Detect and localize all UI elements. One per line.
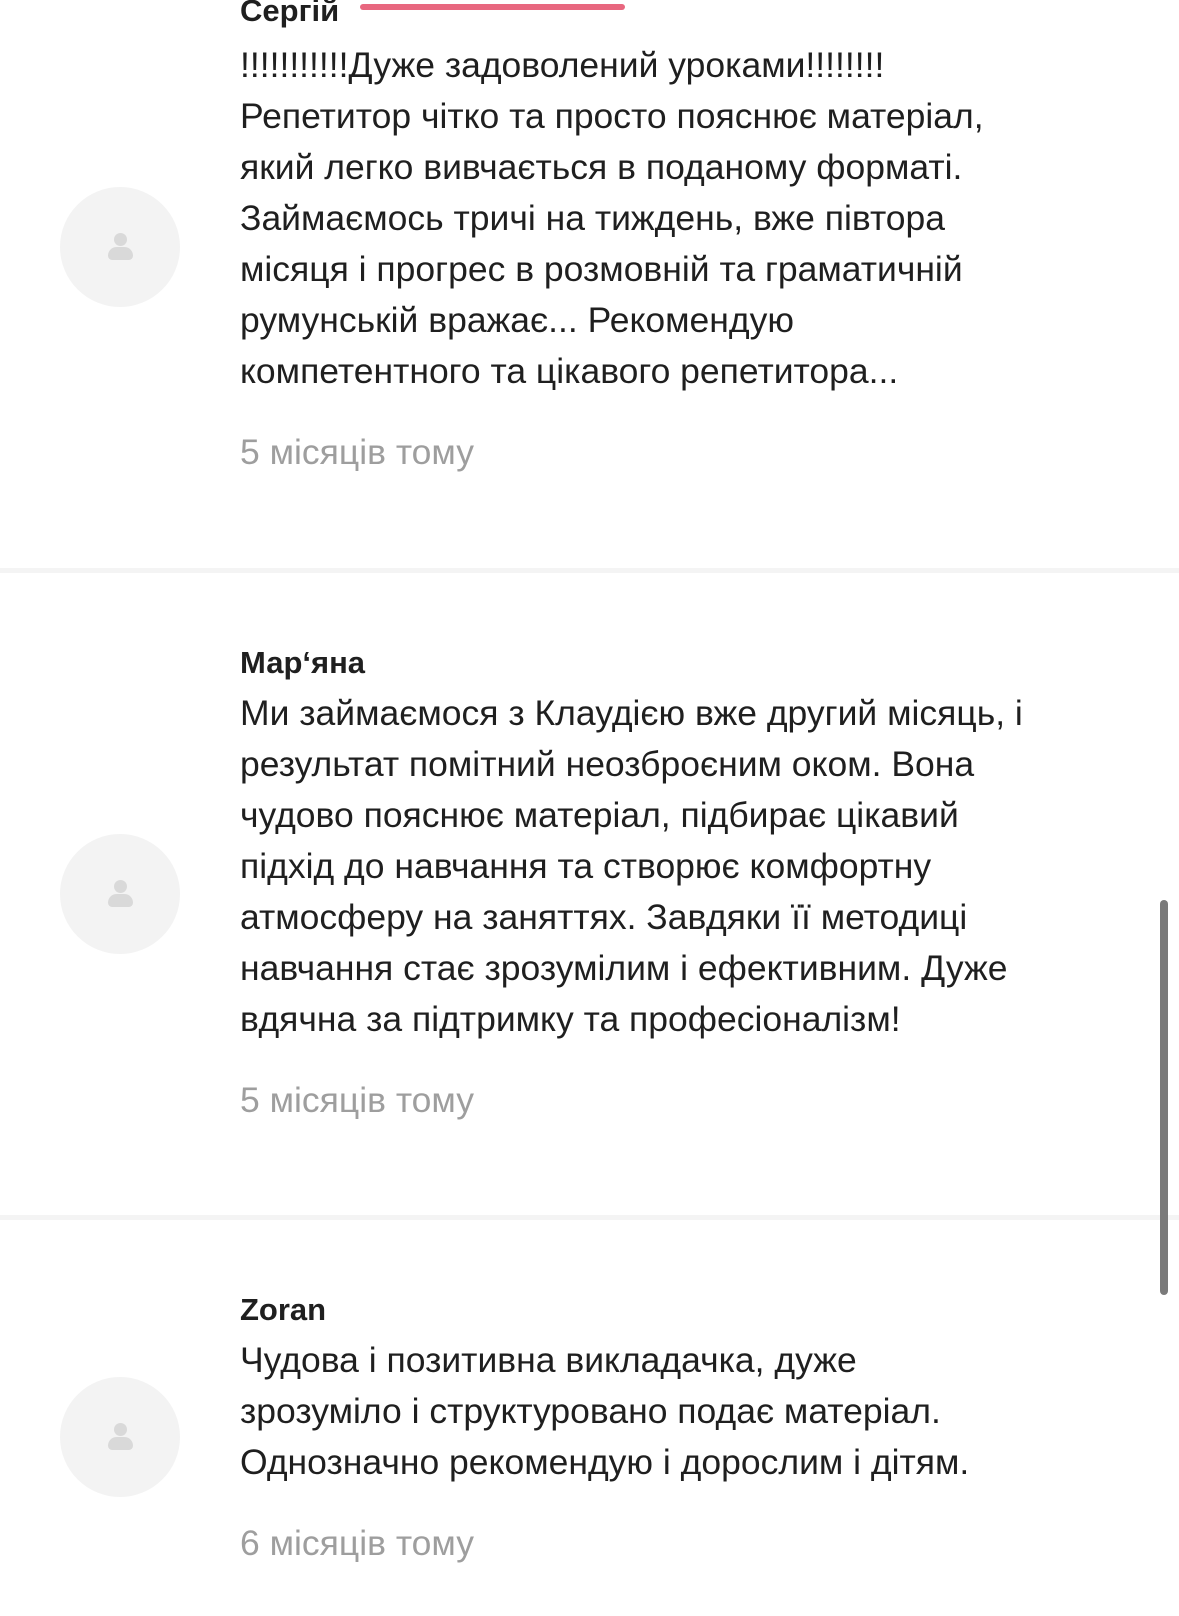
- avatar: [60, 834, 180, 954]
- review-author: Zoran: [240, 1292, 327, 1327]
- avatar: [60, 187, 180, 307]
- review-text-line: Ми займаємося з Клаудією вже другий міся…: [240, 693, 1023, 733]
- review-text-line: Займаємось тричі на тиждень, вже півтора: [240, 198, 946, 238]
- review-text-line: чудово пояснює матеріал, підбирає цікави…: [240, 795, 959, 835]
- review-text-line: який легко вивчається в поданому форматі…: [240, 147, 963, 187]
- review-text-line: підхід до навчання та створює комфортну: [240, 846, 932, 886]
- scrollbar-thumb[interactable]: [1160, 900, 1168, 1295]
- user-placeholder-icon: [114, 1423, 127, 1436]
- review-text-line: Репетитор чітко та просто пояснює матері…: [240, 96, 984, 136]
- review-author: Сергій: [240, 0, 340, 28]
- review-text-line: !!!!!!!!!!!Дуже задоволений уроками!!!!!…: [240, 45, 885, 85]
- review-divider: [0, 568, 1179, 573]
- user-placeholder-icon: [114, 233, 127, 246]
- review-text-line: зрозуміло і структуровано подає матеріал…: [240, 1391, 941, 1431]
- review-text-line: Однозначно рекомендую і дорослим і дітям…: [240, 1442, 970, 1482]
- review-text-line: румунській вражає... Рекомендую: [240, 300, 794, 340]
- review-text-line: компетентного та цікавого репетитора...: [240, 351, 899, 391]
- review-text-line: місяця і прогрес в розмовній та граматич…: [240, 249, 963, 289]
- review-text-line: Чудова і позитивна викладачка, дуже: [240, 1340, 857, 1380]
- review-text: Чудова і позитивна викладачка, дуже зроз…: [240, 1335, 1120, 1488]
- user-placeholder-icon: [114, 880, 127, 893]
- review-author: Мар‘яна: [240, 645, 366, 680]
- review-text: Ми займаємося з Клаудією вже другий міся…: [240, 688, 1120, 1045]
- review-date: 6 місяців тому: [240, 1523, 474, 1563]
- review-date: 5 місяців тому: [240, 432, 474, 472]
- review-text-line: вдячна за підтримку та професіоналізм!: [240, 999, 901, 1039]
- review-divider: [0, 1215, 1179, 1220]
- review-text-line: атмосферу на заняттях. Завдяки її методи…: [240, 897, 968, 937]
- review-text-line: результат помітний неозброєним оком. Вон…: [240, 744, 975, 784]
- review-text-line: навчання стає зрозумілим і ефективним. Д…: [240, 948, 1008, 988]
- review-text: !!!!!!!!!!!Дуже задоволений уроками!!!!!…: [240, 40, 1120, 397]
- avatar: [60, 1377, 180, 1497]
- active-tab-indicator: [360, 4, 625, 10]
- review-date: 5 місяців тому: [240, 1080, 474, 1120]
